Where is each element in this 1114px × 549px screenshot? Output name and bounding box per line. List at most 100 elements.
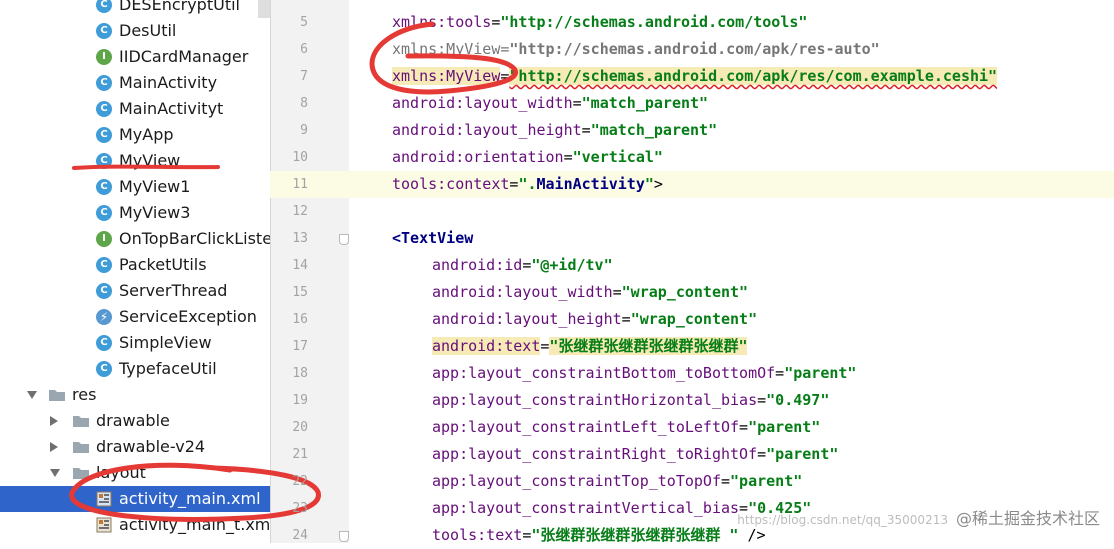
line-number: 19 [292,393,308,408]
line-number: 15 [292,285,308,300]
project-tree-panel: C DESEncryptUtil C DesUtil I IIDCardManager C M… [0,0,270,543]
tree-folder-drawable-v24[interactable]: drawable-v24 [0,434,270,460]
tree-item-myview3[interactable]: C MyView3 [0,200,270,226]
xml-attribute-name: xmlns:MyView [392,67,501,85]
line-number: 10 [292,150,308,165]
expand-arrow-icon[interactable] [50,469,60,477]
code-line: app:layout_constraintTop_toTopOf="parent… [432,468,802,495]
tree-item-desutil[interactable]: C DesUtil [0,18,270,44]
line-number: 11 [292,177,308,192]
xml-attribute-value: "parent" [766,445,839,463]
tree-item-serverthread[interactable]: C ServerThread [0,278,270,304]
watermark-url: https://blog.csdn.net/qq_35000213 [737,513,948,527]
class-icon: C [96,205,112,221]
tree-item-myview1[interactable]: C MyView1 [0,174,270,200]
code-line: android:orientation="vertical" [392,144,663,171]
line-number: 22 [292,474,308,489]
xml-attribute-value: "http://schemas.android.com/tools" [500,13,808,31]
equals-sign: = [720,472,731,490]
line-number: 18 [292,366,308,381]
tree-item-packetutils[interactable]: C PacketUtils [0,252,270,278]
collapse-arrow-icon[interactable] [50,416,58,426]
line-number: 20 [292,420,308,435]
line-number: 9 [300,123,308,138]
class-icon: C [96,153,112,169]
xml-attribute-name: app:layout_constraintRight_toRightOf [432,445,758,463]
exception-icon: ⚡ [96,309,112,325]
tree-item-myapp[interactable]: C MyApp [0,122,270,148]
expand-arrow-icon[interactable] [27,391,37,399]
tree-item-label: OnTopBarClickListener [119,229,270,248]
class-icon: C [96,283,112,299]
line-number: 14 [292,258,308,273]
line-number: 17 [292,339,308,354]
tree-item-iidcardmanager[interactable]: I IIDCardManager [0,44,270,70]
code-line: xmlns:tools="http://schemas.android.com/… [392,9,807,36]
tree-item-label: SimpleView [119,333,212,352]
tree-folder-label: res [72,385,97,404]
line-number: 8 [300,96,308,111]
xml-attribute-value: " [644,175,654,193]
xml-layout-icon [96,491,112,507]
fold-marker-icon[interactable] [339,531,349,542]
xml-attribute-name: android:layout_width [392,94,573,112]
tree-item-typefaceutil[interactable]: C TypefaceUtil [0,356,270,382]
tree-item-label: MainActivityt [119,99,224,118]
xml-attribute-value: "match_parent" [581,94,709,112]
class-icon: C [96,179,112,195]
tree-file-label: activity_main_t.xml [119,515,270,534]
collapse-arrow-icon[interactable] [50,442,58,452]
tree-item-label: DESEncryptUtil [119,0,240,14]
equals-sign: = [612,283,622,301]
tree-item-myview[interactable]: C MyView [0,148,270,174]
equals-sign: = [581,121,591,139]
watermark: https://blog.csdn.net/qq_35000213 @稀土掘金技术… [737,505,1100,529]
line-number: 24 [292,528,308,543]
folder-icon [73,415,89,427]
tree-item-mainactivity[interactable]: C MainActivity [0,70,270,96]
xml-attribute-name: tools:text [432,526,523,544]
class-icon: C [96,23,112,39]
class-icon: C [96,361,112,377]
tree-folder-drawable[interactable]: drawable [0,408,270,434]
tree-item-simpleview[interactable]: C SimpleView [0,330,270,356]
equals-sign: = [757,391,767,409]
folder-icon [73,441,89,453]
tree-file-activity-main-t[interactable]: activity_main_t.xml [0,512,270,538]
equals-sign: = [522,526,532,544]
code-line: android:layout_width="match_parent" [392,90,708,117]
tree-item-ontopbarclicklistener[interactable]: I OnTopBarClickListener [0,226,270,252]
code-line: tools:context=".MainActivity"> [392,171,663,198]
tree-file-label: activity_main.xml [119,489,261,508]
code-line: app:layout_constraintBottom_toBottomOf="… [432,360,856,387]
xml-attribute-value: "http://schemas.android.com/apk/res-auto… [509,40,880,58]
class-icon: C [96,127,112,143]
tree-item-desencryptutil[interactable]: C DESEncryptUtil [0,0,270,18]
tree-item-serviceexception[interactable]: ⚡ ServiceException [0,304,270,330]
tree-folder-layout[interactable]: layout [0,460,270,486]
line-number: 5 [300,15,308,30]
tree-item-label: MyView1 [119,177,191,196]
fold-marker-icon[interactable] [339,234,349,245]
xml-attribute-value: "wrap_content" [630,310,758,328]
tree-item-label: TypefaceUtil [119,359,217,378]
tree-item-label: ServerThread [119,281,228,300]
xml-attribute-value: "parent" [784,364,857,382]
equals-sign: = [775,364,785,382]
class-icon: C [96,75,112,91]
class-reference: MainActivity [536,175,645,193]
tree-file-activity-main[interactable]: activity_main.xml [0,486,270,512]
code-line: xmlns:MyView="http://schemas.android.com… [392,63,998,90]
equals-sign: = [572,94,582,112]
tree-item-label: PacketUtils [119,255,207,274]
watermark-text: @稀土掘金技术社区 [955,509,1100,528]
xml-attribute-name: app:layout_constraintLeft_toLeftOf [432,418,740,436]
xml-attribute-value: "parent" [748,418,821,436]
code-line: xmlns:MyView="http://schemas.android.com… [392,36,880,63]
tree-item-label: MyApp [119,125,174,144]
code-line: android:layout_width="wrap_content" [432,279,748,306]
tree-item-mainactivityt[interactable]: C MainActivityt [0,96,270,122]
line-number: 16 [292,312,308,327]
tree-folder-res[interactable]: res [0,382,270,408]
class-icon: C [96,101,112,117]
